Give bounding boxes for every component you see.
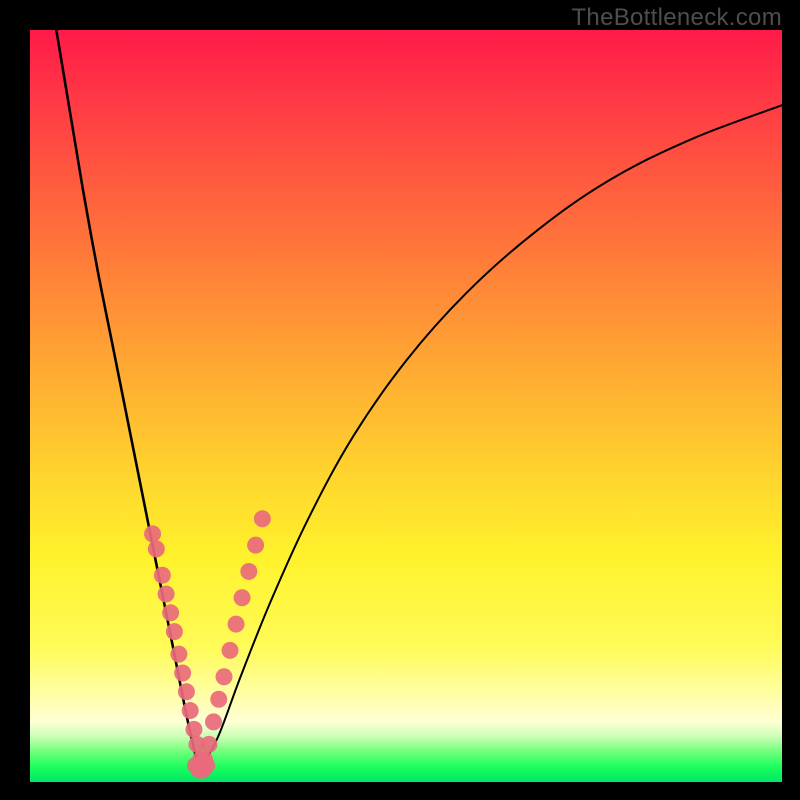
chart-svg bbox=[30, 30, 782, 782]
scatter-points bbox=[144, 510, 271, 778]
curve-right-curve bbox=[199, 105, 782, 771]
plot-area bbox=[30, 30, 782, 782]
scatter-point bbox=[174, 664, 191, 681]
scatter-point bbox=[178, 683, 195, 700]
scatter-point bbox=[254, 510, 271, 527]
scatter-point bbox=[222, 642, 239, 659]
scatter-point bbox=[205, 713, 222, 730]
outer-frame: TheBottleneck.com bbox=[0, 0, 800, 800]
scatter-point bbox=[162, 604, 179, 621]
scatter-point bbox=[148, 540, 165, 557]
scatter-point bbox=[198, 757, 215, 774]
scatter-point bbox=[185, 721, 202, 738]
scatter-point bbox=[200, 736, 217, 753]
watermark-text: TheBottleneck.com bbox=[571, 4, 782, 32]
scatter-point bbox=[234, 589, 251, 606]
scatter-point bbox=[170, 646, 187, 663]
scatter-point bbox=[240, 563, 257, 580]
curve-lines bbox=[56, 30, 782, 771]
scatter-point bbox=[158, 586, 175, 603]
scatter-point bbox=[154, 567, 171, 584]
scatter-point bbox=[182, 702, 199, 719]
scatter-point bbox=[144, 525, 161, 542]
scatter-point bbox=[210, 691, 227, 708]
scatter-point bbox=[247, 537, 264, 554]
scatter-point bbox=[228, 616, 245, 633]
scatter-point bbox=[166, 623, 183, 640]
scatter-point bbox=[216, 668, 233, 685]
